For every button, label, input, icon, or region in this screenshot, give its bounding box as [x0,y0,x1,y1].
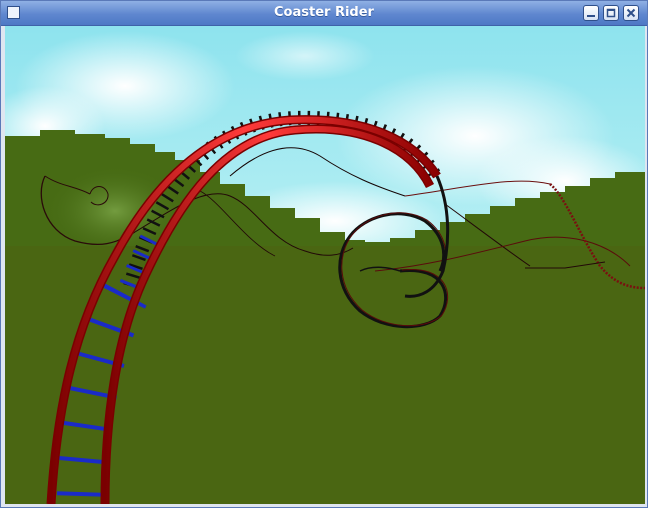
minimize-icon [587,15,595,17]
close-button[interactable] [623,5,639,21]
maximize-button[interactable] [603,5,619,21]
window-title: Coaster Rider [274,5,374,20]
minimize-button[interactable] [583,5,599,21]
maximize-icon [606,8,616,18]
close-icon [626,8,636,18]
title-bar[interactable]: Coaster Rider [1,1,647,26]
coaster-scene [5,26,645,504]
app-window: Coaster Rider [0,0,648,508]
game-viewport[interactable] [5,26,645,504]
